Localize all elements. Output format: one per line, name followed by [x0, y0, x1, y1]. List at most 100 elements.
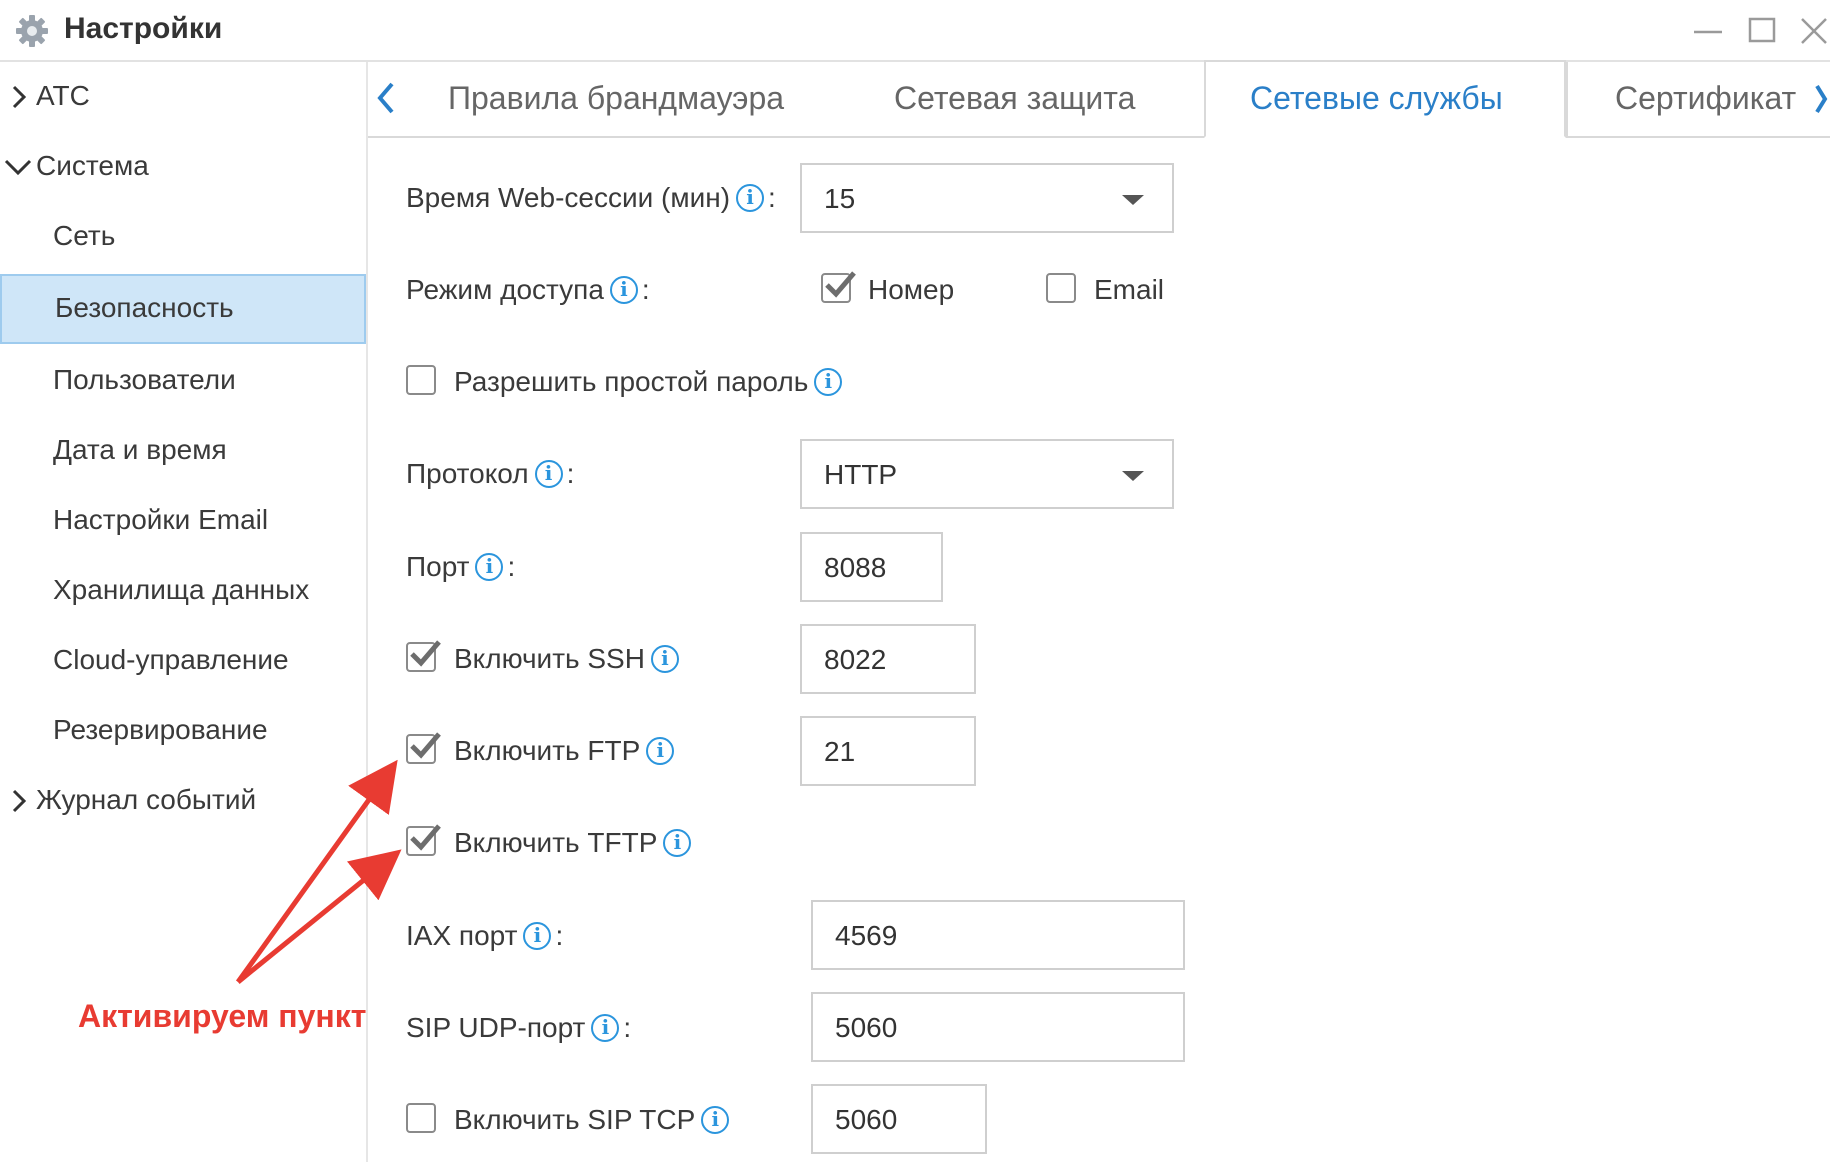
access-mode-email-label: Email: [1094, 274, 1165, 305]
web-session-label: Время Web-сессии (мин) i:: [406, 182, 776, 213]
access-mode-label: Режим доступа i:: [406, 274, 650, 305]
sip-tcp-label-text: Включить SIP TCP: [454, 1104, 696, 1135]
info-icon[interactable]: i: [591, 1014, 620, 1042]
sip-tcp-value: 5060: [835, 1104, 898, 1135]
dropdown-arrow-icon: [1122, 195, 1144, 205]
sidebar-item-label: АТС: [36, 80, 90, 111]
checkmark-icon: [410, 732, 441, 759]
tab-network-services[interactable]: Сетевые службы: [1250, 80, 1503, 117]
chevron-right-icon: [12, 85, 27, 109]
sidebar-item-label: Резервирование: [53, 714, 268, 745]
ftp-checkbox[interactable]: [406, 732, 441, 764]
port-value: 8088: [824, 552, 887, 583]
sip-udp-input[interactable]: 5060: [811, 992, 1185, 1062]
sidebar-item-ats[interactable]: АТС: [0, 62, 366, 132]
ftp-label: Включить FTP i: [454, 735, 675, 767]
gear-icon: [16, 15, 48, 47]
iax-port-input[interactable]: 4569: [811, 900, 1185, 970]
info-icon[interactable]: i: [736, 184, 765, 212]
checkmark-icon: [410, 640, 441, 667]
sip-tcp-input[interactable]: 5060: [811, 1084, 987, 1154]
sidebar-item-label: Настройки Email: [53, 504, 269, 535]
sip-tcp-label: Включить SIP TCP i: [454, 1104, 730, 1136]
web-session-select[interactable]: 15: [800, 163, 1174, 233]
web-session-label-text: Время Web-сессии (мин): [406, 182, 731, 213]
title-bar: Настройки: [0, 0, 1830, 62]
sidebar-item-label: Cloud-управление: [53, 644, 289, 675]
tab-network-protection[interactable]: Сетевая защита: [894, 80, 1135, 117]
checkmark-icon: [410, 824, 441, 851]
port-label: Порт i:: [406, 551, 516, 582]
info-icon[interactable]: i: [523, 922, 552, 950]
window-title: Настройки: [64, 12, 223, 45]
info-icon[interactable]: i: [534, 460, 563, 488]
chevron-right-icon[interactable]: [1814, 82, 1828, 116]
access-mode-email-checkbox[interactable]: [1046, 273, 1076, 303]
annotation-text: Активируем пункт: [78, 998, 367, 1034]
protocol-label: Протокол i:: [406, 458, 575, 489]
access-mode-number-label: Номер: [868, 274, 955, 305]
ssh-label: Включить SSH i: [454, 643, 679, 675]
dropdown-arrow-icon: [1122, 471, 1144, 481]
sip-udp-label: SIP UDP-порт i:: [406, 1012, 632, 1043]
sidebar-item-label: Пользователи: [53, 364, 236, 395]
access-mode-number-checkbox[interactable]: [821, 271, 856, 303]
sip-tcp-checkbox[interactable]: [406, 1103, 436, 1133]
info-icon[interactable]: i: [650, 645, 679, 673]
sidebar-item-label: Безопасность: [55, 292, 234, 323]
tab-certificate[interactable]: Сертификат: [1615, 80, 1796, 117]
ftp-port-input[interactable]: 21: [800, 716, 976, 786]
port-label-text: Порт: [406, 551, 470, 582]
web-session-value: 15: [824, 183, 856, 214]
info-icon[interactable]: i: [609, 276, 638, 304]
tftp-label: Включить TFTP i: [454, 827, 692, 859]
ssh-checkbox[interactable]: [406, 640, 441, 672]
sip-udp-label-text: SIP UDP-порт: [406, 1012, 586, 1043]
sidebar-item-label: Система: [36, 150, 149, 181]
sidebar-item-system[interactable]: Система: [0, 132, 366, 202]
tftp-checkbox[interactable]: [406, 824, 441, 856]
iax-port-label-text: IAX порт: [406, 920, 518, 951]
tab-firewall-rules[interactable]: Правила брандмауэра: [448, 80, 784, 117]
maximize-icon[interactable]: [1746, 14, 1778, 46]
ssh-port-value: 8022: [824, 644, 887, 675]
sidebar-item-email-settings[interactable]: Настройки Email: [0, 486, 366, 556]
sidebar-item-users[interactable]: Пользователи: [0, 346, 366, 416]
sidebar-item-label: Журнал событий: [36, 784, 257, 815]
sip-udp-value: 5060: [835, 1012, 898, 1043]
port-input[interactable]: 8088: [800, 532, 943, 602]
simple-password-label-text: Разрешить простой пароль: [454, 366, 809, 397]
ftp-label-text: Включить FTP: [454, 735, 641, 766]
simple-password-label: Разрешить простой пароль i: [454, 366, 843, 398]
sidebar-item-storage[interactable]: Хранилища данных: [0, 556, 366, 626]
chevron-left-icon[interactable]: [374, 80, 398, 116]
info-icon[interactable]: i: [646, 737, 675, 765]
protocol-value: HTTP: [824, 459, 898, 490]
chevron-down-icon: [4, 159, 32, 176]
close-icon[interactable]: [1798, 14, 1830, 46]
simple-password-checkbox[interactable]: [406, 365, 436, 395]
info-icon[interactable]: i: [701, 1106, 730, 1134]
iax-port-value: 4569: [835, 920, 898, 951]
access-mode-label-text: Режим доступа: [406, 274, 604, 305]
sidebar-item-cloud[interactable]: Cloud-управление: [0, 626, 366, 696]
sidebar-item-network[interactable]: Сеть: [0, 202, 366, 272]
ssh-label-text: Включить SSH: [454, 643, 645, 674]
ssh-port-input[interactable]: 8022: [800, 624, 976, 694]
sidebar-item-date-time[interactable]: Дата и время: [0, 416, 366, 486]
sidebar-item-security[interactable]: Безопасность: [0, 274, 366, 344]
sidebar-item-event-log[interactable]: Журнал событий: [0, 766, 366, 836]
tftp-label-text: Включить TFTP: [454, 827, 658, 858]
minimize-icon[interactable]: [1692, 14, 1724, 46]
sidebar: АТС Система Сеть Безопасность Пользовате…: [0, 62, 368, 1162]
info-icon[interactable]: i: [814, 368, 843, 396]
info-icon[interactable]: i: [475, 553, 504, 581]
iax-port-label: IAX порт i:: [406, 920, 564, 951]
info-icon[interactable]: i: [663, 829, 692, 857]
sidebar-item-label: Дата и время: [53, 434, 227, 465]
sidebar-item-backup[interactable]: Резервирование: [0, 696, 366, 766]
protocol-select[interactable]: HTTP: [800, 439, 1174, 509]
checkmark-icon: [825, 271, 856, 298]
ftp-port-value: 21: [824, 736, 856, 767]
tab-bar: Правила брандмауэра Сетевая защита Сетев…: [368, 60, 1830, 138]
